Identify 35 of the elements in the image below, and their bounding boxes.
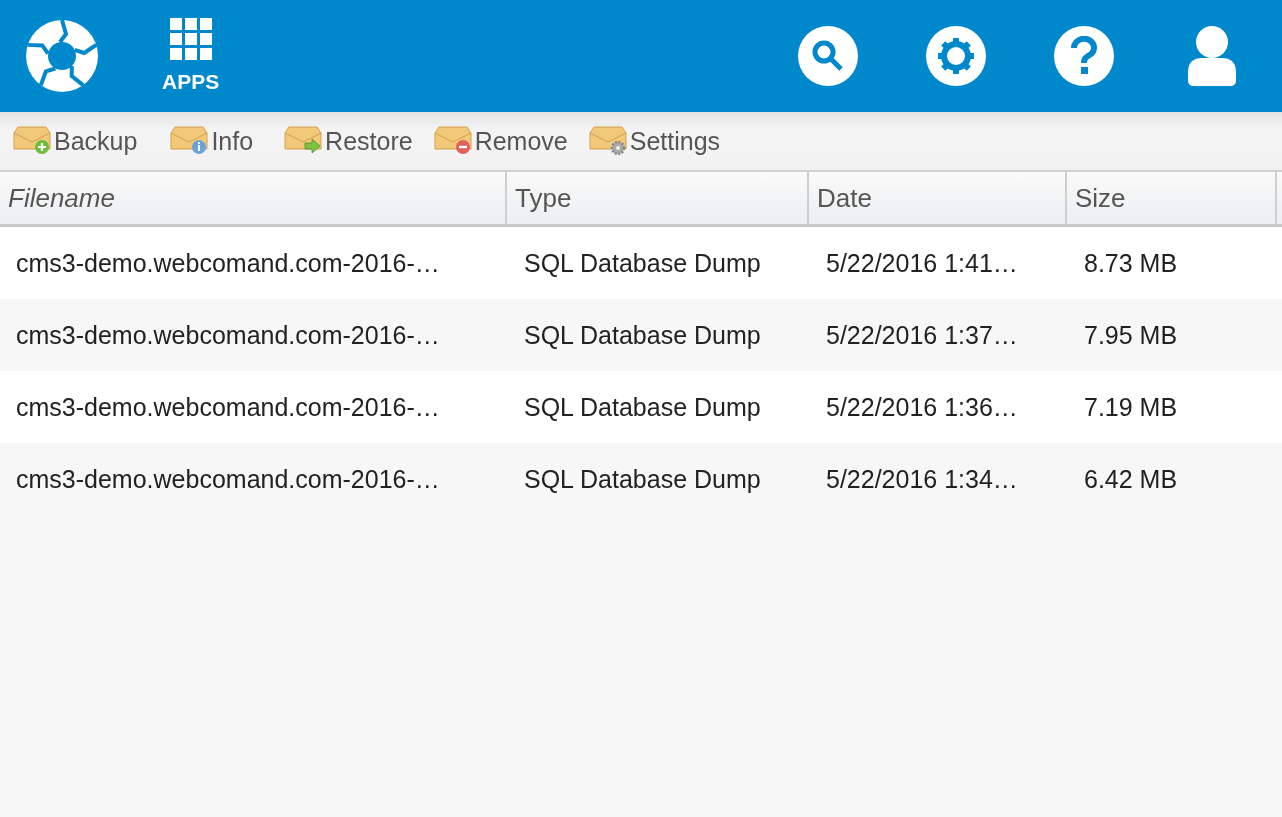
toolbar-button[interactable]: Restore [283, 125, 413, 157]
table-cell-text: 8.73 MB [1083, 247, 1179, 279]
apps-button[interactable]: APPS [162, 18, 220, 94]
logo-icon [26, 20, 98, 92]
table-cell-text: cms3-demo.webcomand.com-2016-… [15, 391, 441, 423]
help-icon [1069, 36, 1099, 76]
table-cell-text: SQL Database Dump [523, 463, 762, 495]
table-cell-text: 5/22/2016 1:36… [825, 391, 1019, 423]
table-cell-text: SQL Database Dump [523, 247, 762, 279]
table-cell-text: cms3-demo.webcomand.com-2016-… [15, 463, 441, 495]
table-cell-text: cms3-demo.webcomand.com-2016-… [15, 319, 441, 351]
settings-icon [936, 36, 976, 76]
column-header[interactable]: Filename [0, 172, 507, 224]
help-button[interactable] [1054, 26, 1114, 86]
toolbar-button[interactable]: Remove [432, 125, 568, 157]
table-cell-text: 7.19 MB [1083, 391, 1179, 423]
table-row[interactable]: cms3-demo.webcomand.com-2016-… SQL Database Dump 5/22/2016 1:36… 7.19 MB [0, 371, 1282, 443]
table-row[interactable]: cms3-demo.webcomand.com-2016-… SQL Database Dump 5/22/2016 1:41… 8.73 MB [0, 227, 1282, 299]
toolbar-button[interactable]: Settings [587, 125, 721, 157]
table-cell-text: 5/22/2016 1:37… [825, 319, 1019, 351]
table-cell-text: cms3-demo.webcomand.com-2016-… [15, 247, 441, 279]
table-cell-text: 5/22/2016 1:41… [825, 247, 1019, 279]
settings-button[interactable] [926, 26, 986, 86]
table-cell-text: SQL Database Dump [523, 391, 762, 423]
table-cell-text: 6.42 MB [1083, 463, 1179, 495]
table-cell-text: 5/22/2016 1:34… [825, 463, 1019, 495]
column-header[interactable]: Size [1067, 172, 1277, 224]
table-cell-text: SQL Database Dump [523, 319, 762, 351]
table-cell-text: 7.95 MB [1083, 319, 1179, 351]
column-header[interactable]: Date [809, 172, 1067, 224]
search-button[interactable] [798, 26, 858, 86]
user-icon [1186, 26, 1238, 86]
toolbar-button[interactable]: Backup [12, 125, 138, 157]
column-header[interactable]: Type [507, 172, 809, 224]
toolbar-button[interactable]: Info [169, 125, 254, 157]
